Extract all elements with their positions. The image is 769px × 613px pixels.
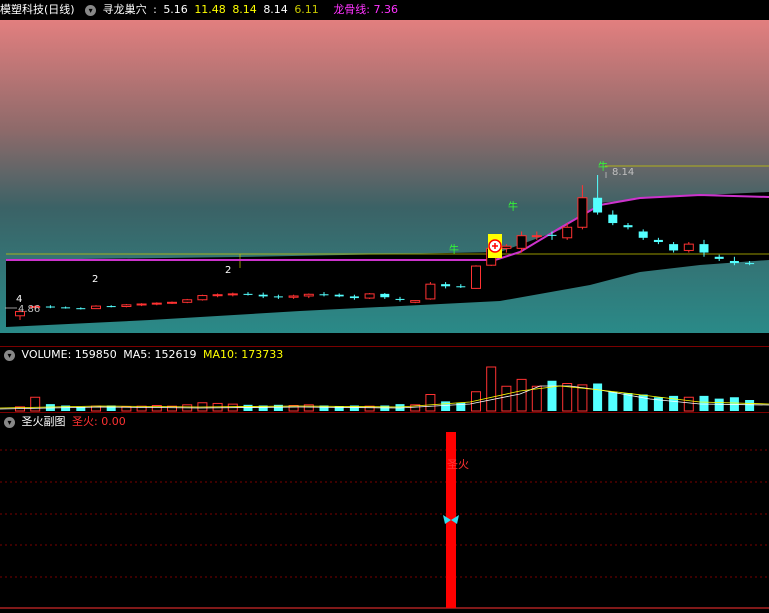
volume-bar — [699, 395, 709, 411]
high-price-label: 8.14 — [612, 167, 634, 178]
candle — [577, 197, 588, 228]
volume-bar — [501, 385, 512, 412]
ma5-label: MA5: 152619 — [123, 348, 197, 361]
volume-bar — [425, 394, 436, 412]
volume-chart[interactable] — [0, 364, 769, 412]
marker-2b: 2 — [225, 265, 231, 276]
candle — [364, 293, 375, 299]
volume-bar — [486, 366, 497, 412]
volume-bar — [562, 383, 573, 412]
candle — [319, 294, 329, 296]
main-header: 模塑科技(日线) ▾ 寻龙巢穴 : 5.16 11.48 8.14 8.14 6… — [0, 0, 769, 20]
candle — [121, 304, 132, 308]
candle — [106, 306, 116, 308]
candle — [638, 231, 648, 238]
dragon-line-label: 龙骨线: 7.36 — [333, 3, 399, 16]
ma10-line — [0, 385, 769, 409]
candle — [471, 265, 481, 289]
ma10-label: MA10: 173733 — [202, 348, 284, 361]
signal-text-3: 牛 — [598, 160, 608, 173]
candle — [349, 296, 359, 299]
candle — [699, 244, 709, 253]
chevron-down-icon[interactable]: ▾ — [4, 349, 15, 361]
volume-bar — [334, 406, 344, 411]
candle — [334, 294, 344, 297]
indicator-value-3: 8.14 — [263, 3, 288, 16]
candle — [212, 294, 223, 297]
candle — [151, 302, 162, 305]
chart-title: 模塑科技(日线) — [0, 3, 75, 16]
candle — [182, 299, 193, 303]
candle — [501, 245, 512, 249]
volume-bar — [516, 378, 527, 412]
candle — [608, 214, 618, 224]
volume-bar — [608, 391, 618, 411]
colon: : — [153, 3, 157, 16]
sub-value-label: 圣火: 0.00 — [72, 415, 126, 428]
candle — [197, 295, 208, 301]
indicator-value-1: 11.48 — [194, 3, 226, 16]
candle — [167, 301, 177, 304]
main-chart[interactable]: 4 2 2 牛 牛 牛 4.86 8.14 — [0, 20, 769, 342]
candle — [547, 234, 557, 236]
volume-bar — [593, 383, 603, 411]
candle — [273, 296, 283, 298]
volume-bar — [547, 380, 557, 411]
sub-title: 圣火副图 — [21, 415, 66, 428]
indicator-name: 寻龙巢穴 — [102, 3, 147, 16]
candle — [683, 243, 694, 251]
candle — [243, 293, 253, 295]
volume-bar — [683, 396, 694, 412]
candle — [745, 263, 755, 265]
volume-bar — [745, 400, 755, 411]
marker-2a: 2 — [92, 274, 98, 285]
candle — [531, 235, 542, 238]
candle — [395, 298, 405, 300]
candle — [303, 293, 314, 297]
chevron-down-icon[interactable]: ▾ — [85, 4, 97, 16]
volume-bar — [273, 404, 283, 411]
candle — [714, 256, 724, 259]
volume-bar — [441, 401, 451, 411]
sub-header: ▾ 圣火副图 圣火: 0.00 — [0, 412, 769, 432]
candle — [288, 295, 299, 298]
volume-bar — [531, 385, 542, 412]
candle — [258, 294, 268, 297]
volume-label: VOLUME: 159850 — [21, 348, 117, 361]
indicator-value-2: 8.14 — [232, 3, 257, 16]
candle — [410, 300, 421, 303]
candle — [61, 307, 71, 309]
volume-bar — [714, 398, 724, 411]
plus-circle-icon — [488, 234, 502, 258]
candle — [45, 306, 55, 308]
signal-text-1: 牛 — [449, 243, 459, 256]
candle — [380, 293, 390, 298]
volume-bar — [136, 405, 147, 412]
low-price-label: 4.86 — [18, 304, 40, 315]
sub-chart[interactable]: 圣火 — [0, 432, 769, 613]
candle — [456, 286, 466, 288]
candle — [623, 225, 633, 228]
chevron-down-icon[interactable]: ▾ — [4, 416, 15, 428]
indicator-value-0: 5.16 — [163, 3, 188, 16]
candle — [593, 197, 603, 213]
volume-bar — [30, 396, 41, 412]
candle — [653, 239, 663, 243]
candle — [441, 284, 451, 287]
candle — [136, 303, 147, 306]
volume-header: ▾ VOLUME: 159850 MA5: 152619 MA10: 17373… — [0, 345, 769, 365]
candle — [669, 244, 679, 251]
sacred-fire-bar-label: 圣火 — [447, 458, 469, 471]
candle — [562, 226, 573, 239]
candle — [91, 305, 101, 310]
candle — [227, 293, 238, 296]
candle — [729, 260, 739, 264]
indicator-value-4: 6.11 — [294, 3, 319, 16]
candle — [516, 235, 527, 249]
candle — [425, 283, 436, 300]
signal-text-2: 牛 — [508, 200, 518, 213]
candle — [76, 308, 86, 310]
